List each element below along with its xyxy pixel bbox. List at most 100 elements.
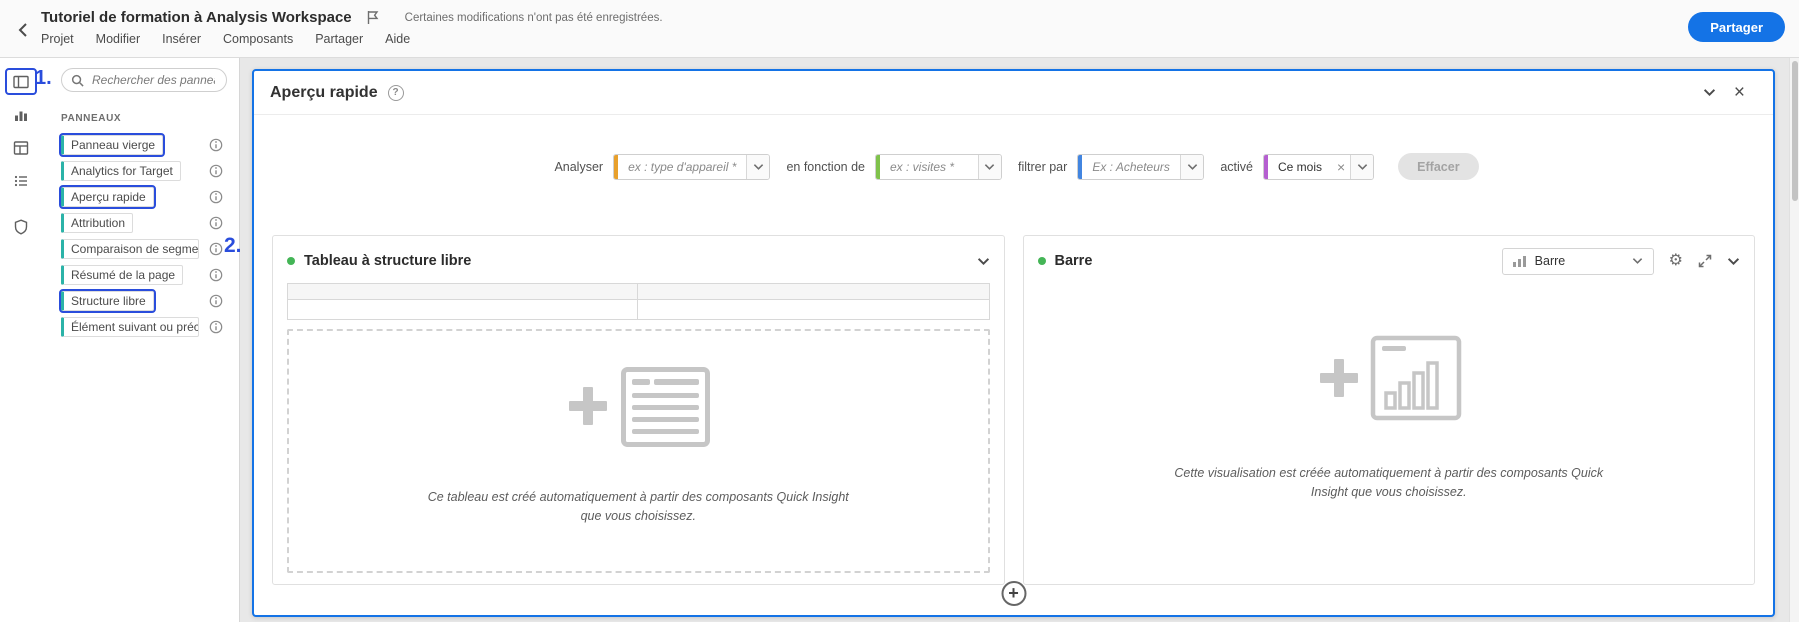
chevron-down-icon: [977, 257, 990, 266]
rail-item-validation[interactable]: [5, 213, 37, 240]
table-cell: [638, 300, 988, 319]
rail-item-visualizations[interactable]: [5, 101, 37, 128]
rail-item-components[interactable]: [5, 167, 37, 194]
panel-chip-page-summary[interactable]: Résumé de la page: [61, 265, 183, 285]
bar-card-title: Barre: [1055, 253, 1093, 269]
chevron-left-icon: [18, 22, 28, 38]
clear-date-icon[interactable]: ×: [1332, 160, 1350, 174]
scrollbar-thumb[interactable]: [1792, 61, 1798, 201]
freeform-card-header: Tableau à structure libre: [287, 247, 990, 275]
metric-dropdown[interactable]: ex : visites *: [875, 154, 1002, 180]
bar-caption: Cette visualisation est créée automatiqu…: [1169, 464, 1609, 503]
panel-list: Panneau vierge Analytics for Target Aper…: [61, 134, 239, 337]
freeform-drop-zone[interactable]: Ce tableau est créé automatiquement à pa…: [287, 329, 990, 573]
share-button[interactable]: Partager: [1688, 12, 1785, 42]
project-title-row: Tutoriel de formation à Analysis Workspa…: [41, 9, 663, 26]
panel-chip-freeform[interactable]: Structure libre: [61, 291, 154, 311]
rail-item-panels[interactable]: [5, 68, 37, 95]
fullscreen-icon[interactable]: [1698, 254, 1712, 268]
table-cell: [288, 300, 638, 319]
bar-chart-card: Barre Barre: [1023, 235, 1756, 585]
info-icon[interactable]: [209, 242, 223, 256]
close-panel-button[interactable]: ×: [1734, 83, 1745, 102]
annotation-step-2: 2.: [224, 234, 242, 258]
back-button[interactable]: [9, 16, 37, 44]
bar-card-header: Barre Barre: [1038, 247, 1741, 275]
chevron-down-icon: [746, 155, 769, 179]
panel-chip-analytics-for-target[interactable]: Analytics for Target: [61, 161, 181, 181]
menu-item-inserer[interactable]: Insérer: [162, 32, 201, 46]
add-table-illustration: [563, 363, 713, 451]
annotation-step-1: 1.: [35, 67, 52, 90]
panel-list-item: Panneau vierge: [61, 134, 223, 155]
info-icon[interactable]: [209, 320, 223, 334]
menu-item-partager[interactable]: Partager: [315, 32, 363, 46]
panel-chip-segment-comparison[interactable]: Comparaison de segments: [61, 239, 199, 259]
info-icon[interactable]: [209, 294, 223, 308]
info-icon[interactable]: [209, 138, 223, 152]
panel-chip-quick-insights[interactable]: Aperçu rapide: [61, 187, 154, 207]
metric-placeholder: ex : visites *: [880, 160, 978, 174]
viz-type-dropdown[interactable]: Barre: [1502, 248, 1654, 275]
date-range-value: Ce mois: [1268, 160, 1332, 174]
panel-list-item: Analytics for Target: [61, 160, 223, 181]
chevron-down-icon: [1632, 257, 1643, 265]
panel-header: Aperçu rapide ? ×: [254, 71, 1773, 115]
menu-item-aide[interactable]: Aide: [385, 32, 410, 46]
menubar: Projet Modifier Insérer Composants Parta…: [41, 32, 663, 46]
panel-list-item: Résumé de la page: [61, 264, 223, 285]
info-icon[interactable]: [209, 190, 223, 204]
search-input[interactable]: [90, 72, 217, 88]
settings-gear-icon[interactable]: ⚙: [1669, 253, 1683, 269]
shield-icon: [12, 218, 30, 236]
segment-dropdown[interactable]: Ex : Acheteurs: [1077, 154, 1204, 180]
project-title: Tutoriel de formation à Analysis Workspa…: [41, 9, 352, 26]
chevron-down-icon: [1727, 257, 1740, 266]
panel-list-item: Attribution: [61, 212, 223, 233]
flag-icon[interactable]: [366, 10, 379, 25]
panel-list-item: Structure libre: [61, 290, 223, 311]
add-chart-illustration: [1314, 333, 1464, 423]
dimension-dropdown[interactable]: ex : type d'appareil *: [613, 154, 770, 180]
bar-chart-icon: [1513, 255, 1526, 267]
menu-item-projet[interactable]: Projet: [41, 32, 74, 46]
menu-item-modifier[interactable]: Modifier: [96, 32, 140, 46]
table-header-cell: [288, 284, 638, 300]
collapse-panel-button[interactable]: [1703, 88, 1716, 97]
info-icon[interactable]: [209, 268, 223, 282]
chevron-down-icon: [978, 155, 1001, 179]
clear-button[interactable]: Effacer: [1398, 153, 1478, 180]
workspace-body: 1. 2.: [0, 58, 1799, 622]
quick-insights-panel: Aperçu rapide ? × Analyser ex : type d'a…: [252, 69, 1775, 617]
info-icon[interactable]: [209, 164, 223, 178]
collapse-viz-button[interactable]: [1727, 257, 1740, 266]
panel-chip-next-previous-item[interactable]: Élément suivant ou préc...: [61, 317, 199, 337]
quick-insights-filter-bar: Analyser ex : type d'appareil * en fonct…: [254, 153, 1773, 180]
panel-chip-attribution[interactable]: Attribution: [61, 213, 133, 233]
panel-list-item: Aperçu rapide: [61, 186, 223, 207]
collapse-viz-button[interactable]: [977, 257, 990, 266]
table-header-cell: [638, 284, 988, 300]
analyze-label: Analyser: [554, 160, 603, 174]
date-range-label: activé: [1220, 160, 1253, 174]
visualization-cards: Tableau à structure libre: [254, 235, 1773, 585]
table-icon: [12, 139, 30, 157]
chevron-down-icon: [1180, 155, 1203, 179]
viz-type-value: Barre: [1535, 254, 1566, 268]
panel-chip-blank[interactable]: Panneau vierge: [61, 135, 163, 155]
against-label: en fonction de: [786, 160, 865, 174]
freeform-caption: Ce tableau est créé automatiquement à pa…: [418, 488, 858, 527]
add-visualization-button[interactable]: +: [1001, 581, 1026, 606]
chevron-down-icon: [1703, 88, 1716, 97]
left-icon-rail: [0, 58, 46, 622]
date-range-dropdown[interactable]: Ce mois ×: [1263, 154, 1374, 180]
filter-by-label: filtrer par: [1018, 160, 1067, 174]
help-icon[interactable]: ?: [388, 85, 404, 101]
info-icon[interactable]: [209, 216, 223, 230]
topbar: Tutoriel de formation à Analysis Workspa…: [0, 0, 1799, 58]
panels-icon: [12, 73, 30, 91]
vertical-scrollbar[interactable]: [1789, 58, 1799, 622]
menu-item-composants[interactable]: Composants: [223, 32, 293, 46]
list-icon: [12, 172, 30, 190]
rail-item-tables[interactable]: [5, 134, 37, 161]
